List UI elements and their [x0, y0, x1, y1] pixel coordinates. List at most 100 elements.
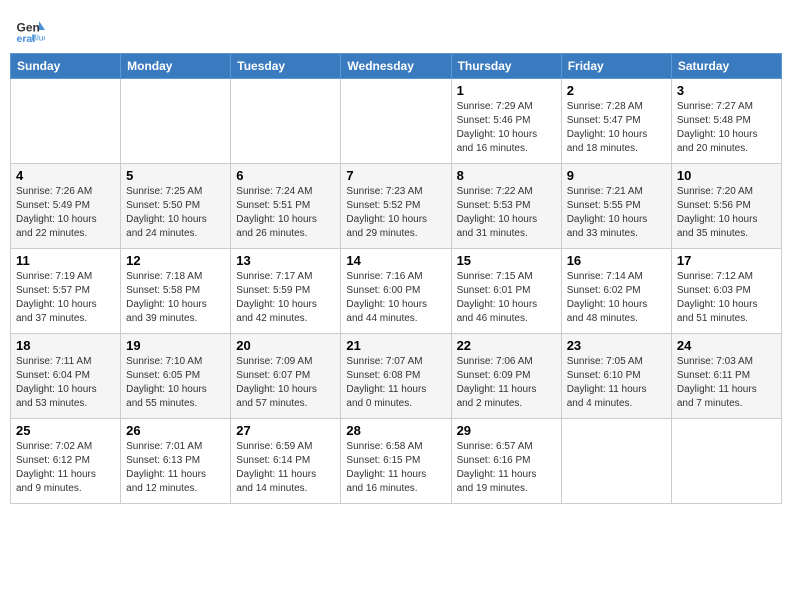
calendar-day-cell: 15 Sunrise: 7:15 AM Sunset: 6:01 PM Dayli…: [451, 249, 561, 334]
col-header-tuesday: Tuesday: [231, 54, 341, 79]
day-info: Sunrise: 7:15 AM Sunset: 6:01 PM Dayligh…: [457, 270, 556, 326]
day-info: Sunrise: 7:11 AM Sunset: 6:04 PM Dayligh…: [16, 355, 115, 411]
day-number: 22: [457, 338, 556, 353]
calendar-day-cell: [121, 79, 231, 164]
calendar-day-cell: 4 Sunrise: 7:26 AM Sunset: 5:49 PM Daylig…: [11, 164, 121, 249]
calendar-day-cell: 25 Sunrise: 7:02 AM Sunset: 6:12 PM Dayli…: [11, 419, 121, 504]
day-info: Sunrise: 7:16 AM Sunset: 6:00 PM Dayligh…: [346, 270, 445, 326]
calendar-day-cell: 20Sunrise: 7:09 AM Sunset: 6:07 PM Dayli…: [231, 334, 341, 419]
calendar-day-cell: 22Sunrise: 7:06 AM Sunset: 6:09 PM Dayli…: [451, 334, 561, 419]
page-header: Gen eral Blue: [10, 10, 782, 45]
calendar-day-cell: 3 Sunrise: 7:27 AM Sunset: 5:48 PM Daylig…: [671, 79, 781, 164]
day-number: 6: [236, 168, 335, 183]
day-number: 18: [16, 338, 115, 353]
calendar-day-cell: 24 Sunrise: 7:03 AM Sunset: 6:11 PM Dayli…: [671, 334, 781, 419]
day-info: Sunrise: 7:17 AM Sunset: 5:59 PM Dayligh…: [236, 270, 335, 326]
day-info: Sunrise: 7:19 AM Sunset: 5:57 PM Dayligh…: [16, 270, 115, 326]
day-info: Sunrise: 6:59 AM Sunset: 6:14 PM Dayligh…: [236, 440, 335, 496]
day-info: Sunrise: 7:10 AM Sunset: 6:05 PM Dayligh…: [126, 355, 225, 411]
calendar-day-cell: 29 Sunrise: 6:57 AM Sunset: 6:16 PM Dayli…: [451, 419, 561, 504]
calendar-day-cell: 12 Sunrise: 7:18 AM Sunset: 5:58 PM Dayli…: [121, 249, 231, 334]
day-info: Sunrise: 7:21 AM Sunset: 5:55 PM Dayligh…: [567, 185, 666, 241]
day-info: Sunrise: 7:29 AM Sunset: 5:46 PM Dayligh…: [457, 100, 556, 156]
day-number: 27: [236, 423, 335, 438]
calendar-header-row: SundayMondayTuesdayWednesdayThursdayFrid…: [11, 54, 782, 79]
calendar-day-cell: 23 Sunrise: 7:05 AM Sunset: 6:10 PM Dayli…: [561, 334, 671, 419]
day-number: 25: [16, 423, 115, 438]
col-header-monday: Monday: [121, 54, 231, 79]
day-info: Sunrise: 7:27 AM Sunset: 5:48 PM Dayligh…: [677, 100, 776, 156]
day-number: 7: [346, 168, 445, 183]
day-number: 24: [677, 338, 776, 353]
day-number: 8: [457, 168, 556, 183]
day-number: 3: [677, 83, 776, 98]
calendar-day-cell: 19 Sunrise: 7:10 AM Sunset: 6:05 PM Dayli…: [121, 334, 231, 419]
calendar-day-cell: [341, 79, 451, 164]
day-number: 11: [16, 253, 115, 268]
day-info: Sunrise: 7:01 AM Sunset: 6:13 PM Dayligh…: [126, 440, 225, 496]
day-info: Sunrise: 7:25 AM Sunset: 5:50 PM Dayligh…: [126, 185, 225, 241]
calendar-day-cell: 16 Sunrise: 7:14 AM Sunset: 6:02 PM Dayli…: [561, 249, 671, 334]
col-header-thursday: Thursday: [451, 54, 561, 79]
day-number: 21: [346, 338, 445, 353]
calendar-day-cell: 9 Sunrise: 7:21 AM Sunset: 5:55 PM Daylig…: [561, 164, 671, 249]
day-number: 14: [346, 253, 445, 268]
day-number: 10: [677, 168, 776, 183]
day-info: Sunrise: 7:14 AM Sunset: 6:02 PM Dayligh…: [567, 270, 666, 326]
day-number: 20: [236, 338, 335, 353]
day-info: Sunrise: 7:23 AM Sunset: 5:52 PM Dayligh…: [346, 185, 445, 241]
calendar-table: SundayMondayTuesdayWednesdayThursdayFrid…: [10, 53, 782, 504]
calendar-day-cell: 26 Sunrise: 7:01 AM Sunset: 6:13 PM Dayli…: [121, 419, 231, 504]
svg-text:Blue: Blue: [32, 34, 46, 43]
calendar-day-cell: 6Sunrise: 7:24 AM Sunset: 5:51 PM Daylig…: [231, 164, 341, 249]
day-info: Sunrise: 7:07 AM Sunset: 6:08 PM Dayligh…: [346, 355, 445, 411]
calendar-day-cell: 11 Sunrise: 7:19 AM Sunset: 5:57 PM Dayli…: [11, 249, 121, 334]
day-number: 19: [126, 338, 225, 353]
day-number: 9: [567, 168, 666, 183]
day-number: 4: [16, 168, 115, 183]
calendar-day-cell: [561, 419, 671, 504]
calendar-day-cell: 8 Sunrise: 7:22 AM Sunset: 5:53 PM Daylig…: [451, 164, 561, 249]
calendar-week-row: 25 Sunrise: 7:02 AM Sunset: 6:12 PM Dayli…: [11, 419, 782, 504]
day-number: 15: [457, 253, 556, 268]
col-header-sunday: Sunday: [11, 54, 121, 79]
day-info: Sunrise: 7:18 AM Sunset: 5:58 PM Dayligh…: [126, 270, 225, 326]
day-info: Sunrise: 7:26 AM Sunset: 5:49 PM Dayligh…: [16, 185, 115, 241]
day-info: Sunrise: 6:57 AM Sunset: 6:16 PM Dayligh…: [457, 440, 556, 496]
calendar-week-row: 4 Sunrise: 7:26 AM Sunset: 5:49 PM Daylig…: [11, 164, 782, 249]
calendar-week-row: 18 Sunrise: 7:11 AM Sunset: 6:04 PM Dayli…: [11, 334, 782, 419]
day-number: 2: [567, 83, 666, 98]
calendar-day-cell: 10 Sunrise: 7:20 AM Sunset: 5:56 PM Dayli…: [671, 164, 781, 249]
calendar-day-cell: [11, 79, 121, 164]
day-info: Sunrise: 7:28 AM Sunset: 5:47 PM Dayligh…: [567, 100, 666, 156]
day-info: Sunrise: 6:58 AM Sunset: 6:15 PM Dayligh…: [346, 440, 445, 496]
calendar-day-cell: 28Sunrise: 6:58 AM Sunset: 6:15 PM Dayli…: [341, 419, 451, 504]
calendar-day-cell: 5 Sunrise: 7:25 AM Sunset: 5:50 PM Daylig…: [121, 164, 231, 249]
day-number: 12: [126, 253, 225, 268]
calendar-day-cell: 27 Sunrise: 6:59 AM Sunset: 6:14 PM Dayli…: [231, 419, 341, 504]
col-header-friday: Friday: [561, 54, 671, 79]
day-info: Sunrise: 7:12 AM Sunset: 6:03 PM Dayligh…: [677, 270, 776, 326]
calendar-week-row: 11 Sunrise: 7:19 AM Sunset: 5:57 PM Dayli…: [11, 249, 782, 334]
calendar-day-cell: 1 Sunrise: 7:29 AM Sunset: 5:46 PM Daylig…: [451, 79, 561, 164]
calendar-week-row: 1 Sunrise: 7:29 AM Sunset: 5:46 PM Daylig…: [11, 79, 782, 164]
calendar-day-cell: [231, 79, 341, 164]
day-number: 1: [457, 83, 556, 98]
calendar-day-cell: 7 Sunrise: 7:23 AM Sunset: 5:52 PM Daylig…: [341, 164, 451, 249]
day-number: 17: [677, 253, 776, 268]
day-info: Sunrise: 7:05 AM Sunset: 6:10 PM Dayligh…: [567, 355, 666, 411]
day-info: Sunrise: 7:22 AM Sunset: 5:53 PM Dayligh…: [457, 185, 556, 241]
day-number: 23: [567, 338, 666, 353]
day-info: Sunrise: 7:03 AM Sunset: 6:11 PM Dayligh…: [677, 355, 776, 411]
calendar-day-cell: 13Sunrise: 7:17 AM Sunset: 5:59 PM Dayli…: [231, 249, 341, 334]
day-number: 16: [567, 253, 666, 268]
calendar-day-cell: 21 Sunrise: 7:07 AM Sunset: 6:08 PM Dayli…: [341, 334, 451, 419]
day-number: 29: [457, 423, 556, 438]
day-number: 5: [126, 168, 225, 183]
day-info: Sunrise: 7:20 AM Sunset: 5:56 PM Dayligh…: [677, 185, 776, 241]
day-number: 26: [126, 423, 225, 438]
day-info: Sunrise: 7:02 AM Sunset: 6:12 PM Dayligh…: [16, 440, 115, 496]
col-header-saturday: Saturday: [671, 54, 781, 79]
calendar-day-cell: [671, 419, 781, 504]
calendar-day-cell: 18 Sunrise: 7:11 AM Sunset: 6:04 PM Dayli…: [11, 334, 121, 419]
